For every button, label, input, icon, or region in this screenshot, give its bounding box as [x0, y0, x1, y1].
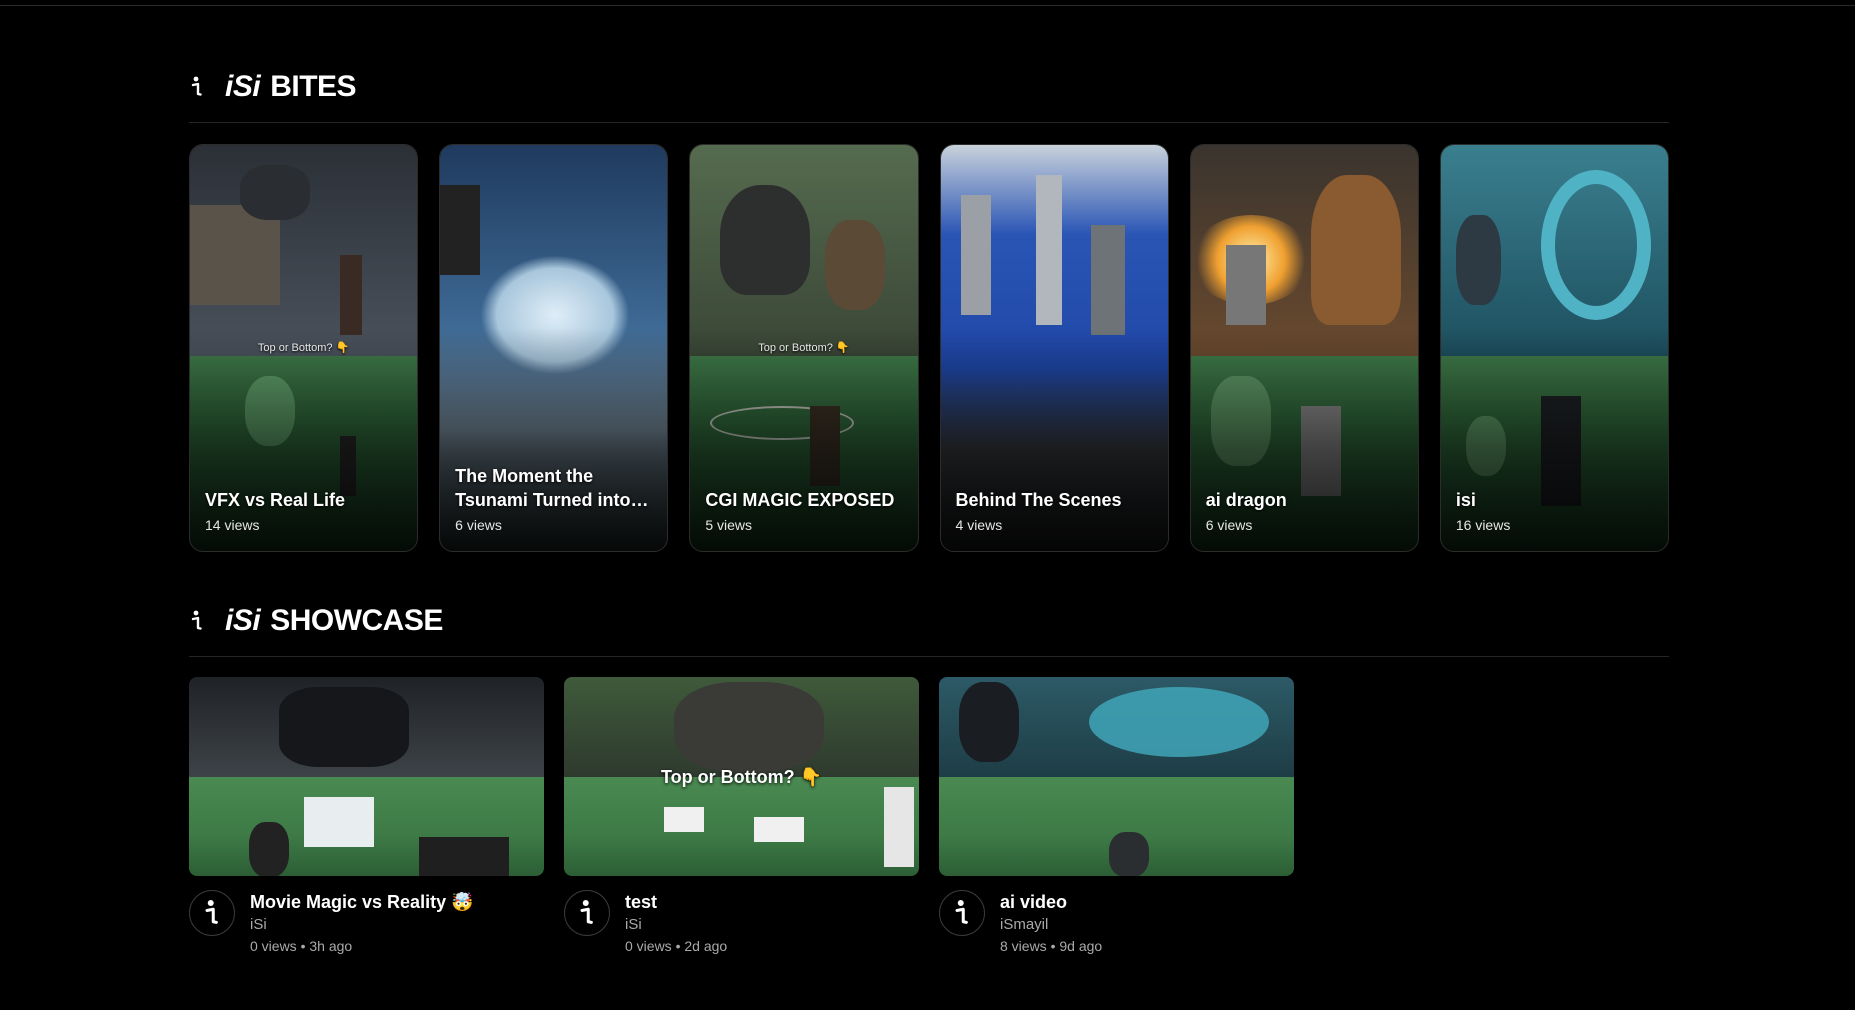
top-divider [0, 5, 1855, 6]
short-card[interactable]: Top or Bottom? 👇 CGI MAGIC EXPOSED 5 vie… [689, 144, 919, 552]
video-overlay-text: Top or Bottom? 👇 [660, 767, 823, 787]
short-thumbnail [190, 145, 418, 357]
showcase-section: iSi SHOWCASE Movie Magic vs Reality 🤯 iS… [189, 600, 1669, 954]
short-views: 6 views [455, 517, 502, 533]
video-thumbnail[interactable]: Top or Bottom? 👇 [564, 677, 919, 876]
video-thumbnail[interactable] [189, 677, 544, 876]
brand-name: iSi [225, 70, 261, 103]
short-views: 6 views [1205, 517, 1253, 533]
short-title: CGI MAGIC EXPOSED [705, 490, 895, 510]
video-card[interactable]: Movie Magic vs Reality 🤯 iSi 0 views • 3… [189, 677, 544, 954]
short-overlay-text: Top or Bottom? 👇 [257, 342, 350, 354]
short-title: ai dragon [1205, 490, 1287, 510]
video-card[interactable]: ai video iSmayil 8 views • 9d ago [939, 677, 1294, 954]
video-title[interactable]: test [625, 890, 727, 914]
video-stats: 0 views • 3h ago [250, 938, 353, 954]
short-card[interactable]: The Moment the Tsunami Turned into… 6 vi… [439, 144, 669, 552]
video-card[interactable]: Top or Bottom? 👇 test iSi 0 views • 2d a… [564, 677, 919, 954]
channel-name[interactable]: iSi [625, 916, 727, 933]
short-views: 16 views [1455, 517, 1511, 533]
short-views: 14 views [205, 517, 260, 533]
short-title: isi [1455, 490, 1476, 510]
short-thumbnail [690, 145, 918, 357]
short-card[interactable]: isi 16 views [1439, 144, 1670, 552]
short-title: The Moment the Tsunami Turned into… [455, 466, 649, 510]
channel-name[interactable]: iSi [250, 916, 474, 933]
video-stats: 0 views • 2d ago [625, 938, 728, 954]
channel-avatar[interactable] [939, 890, 985, 936]
short-title: VFX vs Real Life [205, 490, 346, 510]
short-thumbnail [1190, 145, 1418, 357]
video-title[interactable]: Movie Magic vs Reality 🤯 [250, 890, 474, 914]
bites-section: iSi BITES Top or Bottom? 👇 VFX vs Real L… [189, 66, 1670, 552]
section-title: SHOWCASE [270, 604, 443, 637]
video-thumbnail[interactable] [939, 677, 1294, 876]
section-divider [189, 122, 1669, 123]
isi-logo-icon [189, 75, 205, 99]
isi-logo-icon [189, 609, 205, 633]
video-stats: 8 views • 9d ago [1000, 938, 1103, 954]
short-title: Behind The Scenes [955, 490, 1122, 510]
short-overlay-text: Top or Bottom? 👇 [758, 342, 850, 354]
bites-header: iSi BITES [189, 66, 1669, 108]
channel-name[interactable]: iSmayil [1000, 916, 1102, 933]
short-card[interactable]: Top or Bottom? 👇 VFX vs Real Life 14 vie… [189, 144, 419, 552]
short-card[interactable]: ai dragon 6 views [1189, 144, 1419, 552]
channel-avatar[interactable] [189, 890, 235, 936]
video-row: Movie Magic vs Reality 🤯 iSi 0 views • 3… [189, 677, 1669, 954]
short-card[interactable]: Behind The Scenes 4 views [939, 144, 1169, 552]
short-views: 4 views [955, 517, 1003, 533]
section-divider [189, 656, 1669, 657]
short-thumbnail [1440, 145, 1669, 357]
showcase-header: iSi SHOWCASE [189, 600, 1669, 642]
short-views: 5 views [705, 517, 753, 533]
shorts-row: Top or Bottom? 👇 VFX vs Real Life 14 vie… [189, 144, 1670, 552]
section-title: BITES [270, 70, 357, 103]
brand-name: iSi [225, 604, 261, 637]
video-title[interactable]: ai video [1000, 890, 1102, 914]
channel-avatar[interactable] [564, 890, 610, 936]
